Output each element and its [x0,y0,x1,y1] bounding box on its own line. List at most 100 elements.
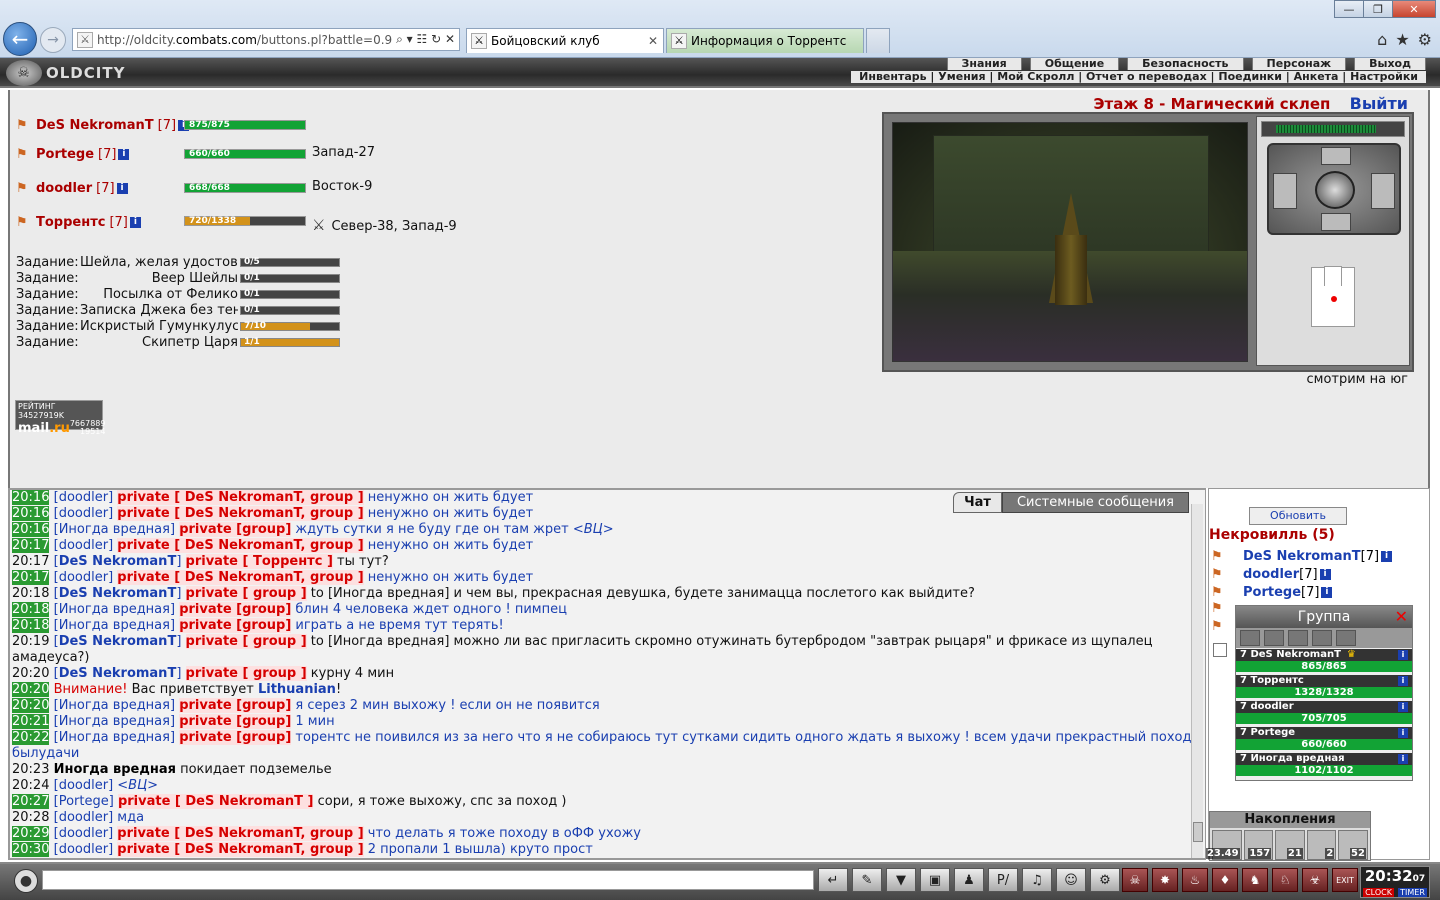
info-icon[interactable]: i [129,217,141,228]
info-icon[interactable]: i [1398,754,1408,764]
player-name[interactable]: doodler [36,181,92,196]
info-icon[interactable]: i [1381,551,1393,562]
move-back-button[interactable] [1321,213,1351,231]
quest-row[interactable]: Задание: Скипетр Царя 1/1 [16,334,346,350]
player-row[interactable]: ⚑ Portege [7] i [16,147,130,162]
settings-icon[interactable]: ⚙ [1090,868,1120,892]
menu-exit[interactable]: Выход [1354,58,1426,70]
address-url[interactable]: http://oldcity.combats.com/buttons.pl?ba… [97,33,392,47]
player-name[interactable]: Торрентс [36,215,105,230]
address-bar[interactable]: ⚔ http://oldcity.combats.com/buttons.pl?… [72,28,460,51]
menu-knowledge[interactable]: Знания [946,58,1022,70]
info-icon[interactable]: i [1398,702,1408,712]
move-forward-button[interactable] [1321,147,1351,165]
chat-input[interactable] [42,870,814,890]
player-row[interactable]: ⚑ doodler [7] i [16,181,128,196]
player-name[interactable]: Portege [36,147,94,162]
room-user[interactable]: ⚑ Portege [7] i [1211,585,1333,600]
tab-fight-club[interactable]: ⚔ Бойцовский клуб ✕ [466,28,664,53]
address-tools-icons[interactable]: ⌕ ▾ ☷ ↻ ✕ [392,32,459,47]
forward-button[interactable]: → [40,27,66,53]
group-action-icon[interactable] [1240,630,1260,646]
settings-gear-icon[interactable]: ⚙ [1418,30,1432,49]
exit-link[interactable]: Выйти [1350,94,1408,113]
quest-row[interactable]: Задание: Записка Джека без тени 0/1 [16,302,346,318]
menu-security[interactable]: Безопасность [1127,58,1244,70]
info-icon[interactable]: i [1398,676,1408,686]
group-action-icon[interactable] [1312,630,1332,646]
info-icon[interactable]: i [1398,650,1408,660]
favorites-star-icon[interactable]: ★ [1395,30,1409,49]
rating-badge[interactable]: РЕЙТИНГ 34527919K mail.ru 7667889 19514 [15,400,105,436]
chat-scrollbar[interactable] [1191,504,1203,858]
dungeon-3d-view[interactable] [892,122,1248,362]
group-member[interactable]: 7 Иногда вредная i 1102/1102 [1236,753,1412,778]
quest-name[interactable]: Шейла, желая удостов... [80,255,238,270]
sound-icon[interactable]: ♫ [1022,868,1052,892]
menu-character[interactable]: Персонаж [1251,58,1347,70]
send-message-icon[interactable]: ↵ [818,868,848,892]
quest-name[interactable]: Записка Джека без тени [80,303,238,318]
group-member[interactable]: 7 doodler i 705/705 [1236,701,1412,726]
savings-item-icon[interactable]: 21 [1275,830,1305,860]
back-button[interactable]: ← [3,22,37,56]
close-group-icon[interactable]: ✕ [1395,606,1408,628]
clear-chat-icon[interactable]: ✎ [852,868,882,892]
action-icon[interactable]: ♨ [1182,868,1208,892]
turn-right-button[interactable] [1371,173,1395,209]
smiles-icon[interactable]: ☺ [1056,868,1086,892]
sub-menu[interactable]: Инвентарь | Умения | Мой Скролл | Отчет … [851,71,1426,83]
tab-system-messages[interactable]: Системные сообщения [1001,492,1189,513]
filter-icon[interactable]: ▼ [886,868,916,892]
tab-torrents-info[interactable]: ⚔ Информация о Торрентс [666,28,864,53]
player-row[interactable]: ⚑ Торрентс [7] i [16,215,141,230]
savings-item-icon[interactable]: 23.49 [1205,830,1242,860]
scroll-thumb[interactable] [1193,822,1203,842]
quest-row[interactable]: Задание: Посылка от Фелико 0/1 [16,286,346,302]
group-action-icon[interactable] [1288,630,1308,646]
quest-name[interactable]: Посылка от Фелико [80,287,238,302]
info-icon[interactable]: i [1321,587,1333,598]
group-member[interactable]: 7 Portege i 660/660 [1236,727,1412,752]
quest-name[interactable]: Веер Шейлы [80,271,238,286]
action-icon[interactable]: ♞ [1242,868,1268,892]
people-icon[interactable]: ♟ [954,868,984,892]
savings-item-icon[interactable]: 2 [1306,830,1337,860]
action-icon[interactable]: ☣ [1302,868,1328,892]
group-checkbox[interactable] [1213,643,1227,657]
maximize-button[interactable]: ❐ [1363,0,1393,18]
room-user[interactable]: ⚑ DeS NekromanT [7] i [1211,549,1393,564]
action-icon[interactable]: ♘ [1272,868,1298,892]
home-icon[interactable]: ⌂ [1377,30,1387,49]
quest-name[interactable]: Искристый Гумункулус [80,319,238,334]
info-icon[interactable]: i [1319,569,1331,580]
chat-smiley-icon[interactable]: ● [14,869,38,893]
player-name[interactable]: DeS NekromanT [36,118,154,133]
quest-row[interactable]: Задание: Искристый Гумункулус 7/10 [16,318,346,334]
action-icon[interactable]: ☠ [1122,868,1148,892]
savings-item-icon[interactable]: 52 [1338,830,1368,860]
quest-row[interactable]: Задание: Веер Шейлы 0/1 [16,270,346,286]
close-window-button[interactable]: ✕ [1392,0,1436,18]
tab-close-icon[interactable]: ✕ [648,34,658,48]
exit-icon[interactable]: EXIT [1332,868,1358,892]
translit-icon[interactable]: P/ [988,868,1018,892]
turn-left-button[interactable] [1273,173,1297,209]
action-icon[interactable]: ✸ [1152,868,1178,892]
group-member[interactable]: 7 Торрентс i 1328/1328 [1236,675,1412,700]
quest-name[interactable]: Скипетр Царя [80,335,238,350]
info-icon[interactable]: i [116,183,128,194]
save-log-icon[interactable]: ▣ [920,868,950,892]
group-action-icon[interactable] [1336,630,1356,646]
savings-item-icon[interactable]: 157 [1243,830,1274,860]
group-member[interactable]: 7 DeS NekromanT ♛ i 865/865 [1236,649,1412,674]
tab-chat[interactable]: Чат [953,492,1002,513]
minimize-button[interactable]: — [1334,0,1364,18]
action-icon[interactable]: ♦ [1212,868,1238,892]
refresh-button[interactable]: Обновить [1249,507,1347,525]
info-icon[interactable]: i [118,149,130,160]
room-user[interactable]: ⚑ doodler [7] i [1211,567,1331,582]
new-tab-button[interactable] [866,28,890,53]
info-icon[interactable]: i [1398,728,1408,738]
player-row[interactable]: ⚑ DeS NekromanT [7] i [16,118,190,133]
